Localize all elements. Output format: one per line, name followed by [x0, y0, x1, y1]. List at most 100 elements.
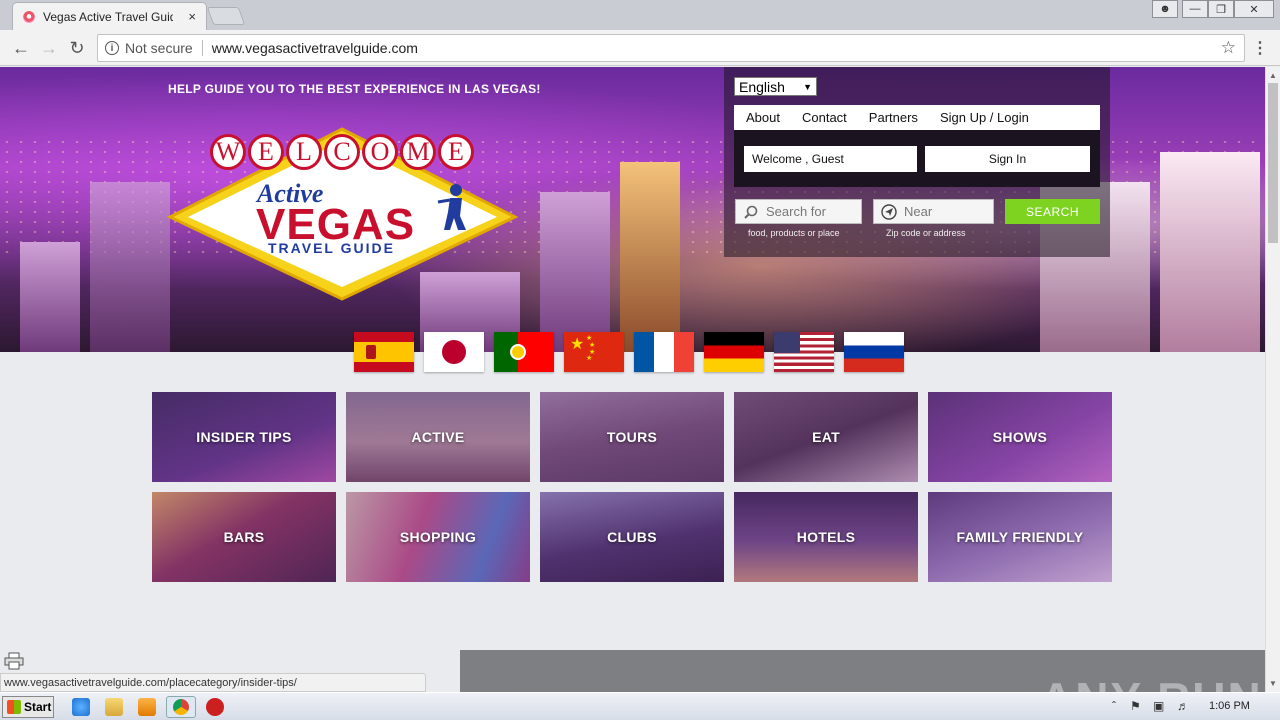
welcome-guest-label: Welcome , Guest	[744, 146, 917, 172]
building	[90, 182, 170, 352]
new-tab-button[interactable]	[206, 7, 246, 25]
language-flags: ★ ★ ★ ★ ★	[354, 332, 904, 372]
building	[20, 242, 80, 352]
close-window-icon[interactable]: ✕	[1234, 0, 1274, 18]
search-placeholder: Search for	[766, 204, 826, 219]
nav-signup-login-link[interactable]: Sign Up / Login	[940, 110, 1029, 125]
security-label: Not secure	[125, 40, 193, 56]
browser-menu-icon[interactable]: ⋮	[1252, 38, 1268, 58]
category-shows[interactable]: SHOWS	[928, 392, 1112, 482]
forward-arrow-icon[interactable]: →	[37, 36, 61, 60]
germany-flag-icon[interactable]	[704, 332, 764, 372]
scroll-up-icon[interactable]: ▲	[1269, 71, 1277, 80]
category-active[interactable]: ACTIVE	[346, 392, 530, 482]
tab-title: Vegas Active Travel Guide |	[43, 9, 173, 24]
russia-flag-icon[interactable]	[844, 332, 904, 372]
watermark-text: ANY RUN	[1040, 672, 1263, 692]
search-input[interactable]: Search for	[735, 199, 862, 224]
tray-expand-icon[interactable]: ˆ	[1112, 699, 1116, 713]
category-label: INSIDER TIPS	[196, 429, 292, 445]
welcome-letter: M	[400, 134, 436, 170]
profile-icon[interactable]: ☻	[1152, 0, 1178, 18]
category-family-friendly[interactable]: FAMILY FRIENDLY	[928, 492, 1112, 582]
opera-icon[interactable]	[206, 698, 224, 716]
taskbar: Start ˆ ⚑ ▣ ♬ 1:06 PM	[0, 692, 1280, 720]
scroll-thumb[interactable]	[1268, 83, 1278, 243]
category-label: SHOPPING	[399, 529, 477, 545]
nav-partners-link[interactable]: Partners	[869, 110, 918, 125]
media-player-icon[interactable]	[138, 698, 156, 716]
network-tray-icon[interactable]: ▣	[1153, 699, 1164, 713]
language-value: English	[739, 78, 785, 95]
category-label: ACTIVE	[411, 429, 465, 445]
france-flag-icon[interactable]	[634, 332, 694, 372]
nav-about-link[interactable]: About	[746, 110, 780, 125]
flag-tray-icon[interactable]: ⚑	[1130, 699, 1141, 713]
category-label: FAMILY FRIENDLY	[956, 529, 1084, 545]
hero-banner: HELP GUIDE YOU TO THE BEST EXPERIENCE IN…	[0, 67, 1265, 352]
separator	[201, 40, 203, 56]
portugal-flag-icon[interactable]	[494, 332, 554, 372]
clock[interactable]: 1:06 PM	[1209, 700, 1250, 712]
site-favicon-icon	[23, 10, 35, 23]
address-bar[interactable]: i Not secure www.vegasactivetravelguide.…	[97, 34, 1245, 62]
building	[1160, 152, 1260, 352]
location-arrow-icon	[880, 203, 898, 221]
search-icon	[742, 203, 760, 221]
near-input[interactable]: Near	[873, 199, 994, 224]
welcome-letter: L	[286, 134, 322, 170]
category-shopping[interactable]: SHOPPING	[346, 492, 530, 582]
tagline: HELP GUIDE YOU TO THE BEST EXPERIENCE IN…	[168, 82, 541, 96]
restore-icon[interactable]: ❐	[1208, 0, 1234, 18]
back-arrow-icon[interactable]: ←	[9, 36, 33, 60]
dropdown-arrow-icon: ▼	[803, 81, 812, 92]
category-eat[interactable]: EAT	[734, 392, 918, 482]
bookmark-star-icon[interactable]: ☆	[1221, 38, 1236, 58]
url-text[interactable]: www.vegasactivetravelguide.com	[212, 40, 418, 56]
near-hint: Zip code or address	[886, 228, 966, 238]
internet-explorer-icon[interactable]	[72, 698, 90, 716]
page-viewport: HELP GUIDE YOU TO THE BEST EXPERIENCE IN…	[0, 67, 1265, 692]
category-clubs[interactable]: CLUBS	[540, 492, 724, 582]
china-flag-icon[interactable]: ★ ★ ★ ★ ★	[564, 332, 624, 372]
volume-tray-icon[interactable]: ♬	[1177, 699, 1189, 713]
start-button[interactable]: Start	[2, 696, 54, 718]
top-nav: About Contact Partners Sign Up / Login	[734, 105, 1100, 130]
info-icon[interactable]: i	[105, 41, 119, 55]
nav-contact-link[interactable]: Contact	[802, 110, 847, 125]
spain-flag-icon[interactable]	[354, 332, 414, 372]
tab-strip: Vegas Active Travel Guide | × ☻ — ❐ ✕	[0, 0, 1280, 30]
welcome-letters: W E L C O M E	[210, 134, 474, 170]
japan-flag-icon[interactable]	[424, 332, 484, 372]
category-grid: INSIDER TIPS ACTIVE TOURS EAT SHOWS BARS…	[152, 392, 1112, 582]
start-label: Start	[24, 700, 52, 714]
file-explorer-icon[interactable]	[105, 698, 123, 716]
category-label: BARS	[223, 529, 265, 545]
tab-close-icon[interactable]: ×	[188, 9, 196, 24]
search-button[interactable]: SEARCH	[1005, 199, 1100, 224]
category-insider-tips[interactable]: INSIDER TIPS	[152, 392, 336, 482]
category-label: SHOWS	[992, 429, 1048, 445]
browser-tab[interactable]: Vegas Active Travel Guide | ×	[12, 2, 207, 30]
chrome-taskbar-button[interactable]	[166, 696, 196, 718]
page-scrollbar[interactable]: ▲ ▼	[1265, 67, 1280, 692]
reload-icon[interactable]: ↻	[65, 36, 89, 60]
minimize-icon[interactable]: —	[1182, 0, 1208, 18]
welcome-letter: E	[248, 134, 284, 170]
welcome-letter: W	[210, 134, 246, 170]
print-icon[interactable]	[4, 652, 24, 670]
search-hint: food, products or place	[748, 228, 840, 238]
category-label: HOTELS	[796, 529, 856, 545]
language-select[interactable]: English ▼	[734, 77, 817, 96]
category-label: CLUBS	[607, 529, 657, 545]
sign-in-button[interactable]: Sign In	[925, 146, 1090, 172]
category-hotels[interactable]: HOTELS	[734, 492, 918, 582]
skier-mascot-icon	[437, 184, 466, 230]
category-bars[interactable]: BARS	[152, 492, 336, 582]
scroll-down-icon[interactable]: ▼	[1269, 679, 1277, 688]
near-placeholder: Near	[904, 204, 933, 219]
category-tours[interactable]: TOURS	[540, 392, 724, 482]
category-label: TOURS	[606, 429, 658, 445]
usa-flag-icon[interactable]	[774, 332, 834, 372]
status-bar-url: www.vegasactivetravelguide.com/placecate…	[0, 673, 426, 692]
